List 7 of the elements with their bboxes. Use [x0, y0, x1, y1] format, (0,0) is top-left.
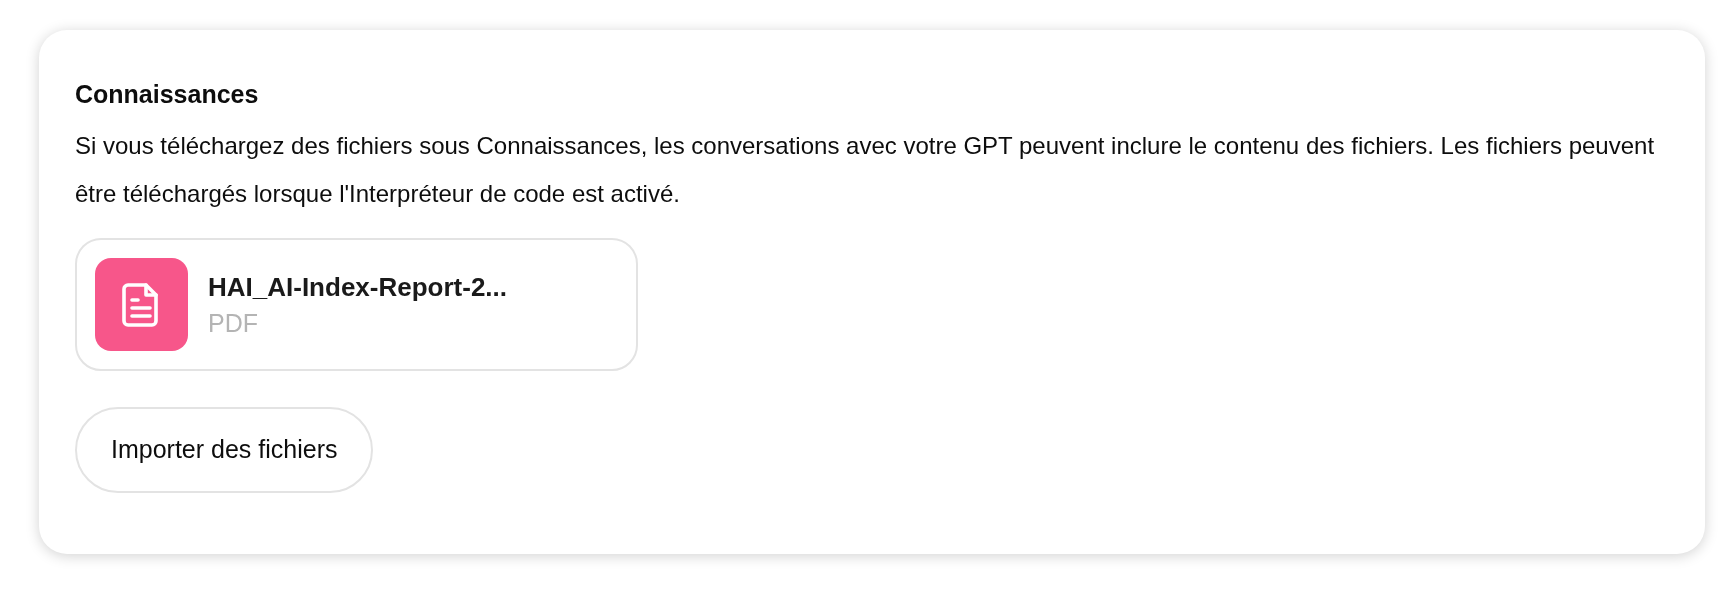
section-title: Connaissances: [75, 79, 259, 110]
file-name: HAI_AI-Index-Report-2...: [208, 270, 508, 304]
document-icon: [95, 258, 188, 351]
section-description: Si vous téléchargez des fichiers sous Connaissances, les conversations avec votre GPT peuvent inclure le contenu des fichiers. Les fichiers peuvent être téléchargés lorsque l'Interpréteur de code est activé.: [75, 131, 1656, 209]
file-card[interactable]: HAI_AI-Index-Report-2... PDF: [75, 238, 638, 371]
file-type: PDF: [208, 307, 259, 339]
upload-files-button[interactable]: Importer des fichiers: [75, 407, 374, 493]
